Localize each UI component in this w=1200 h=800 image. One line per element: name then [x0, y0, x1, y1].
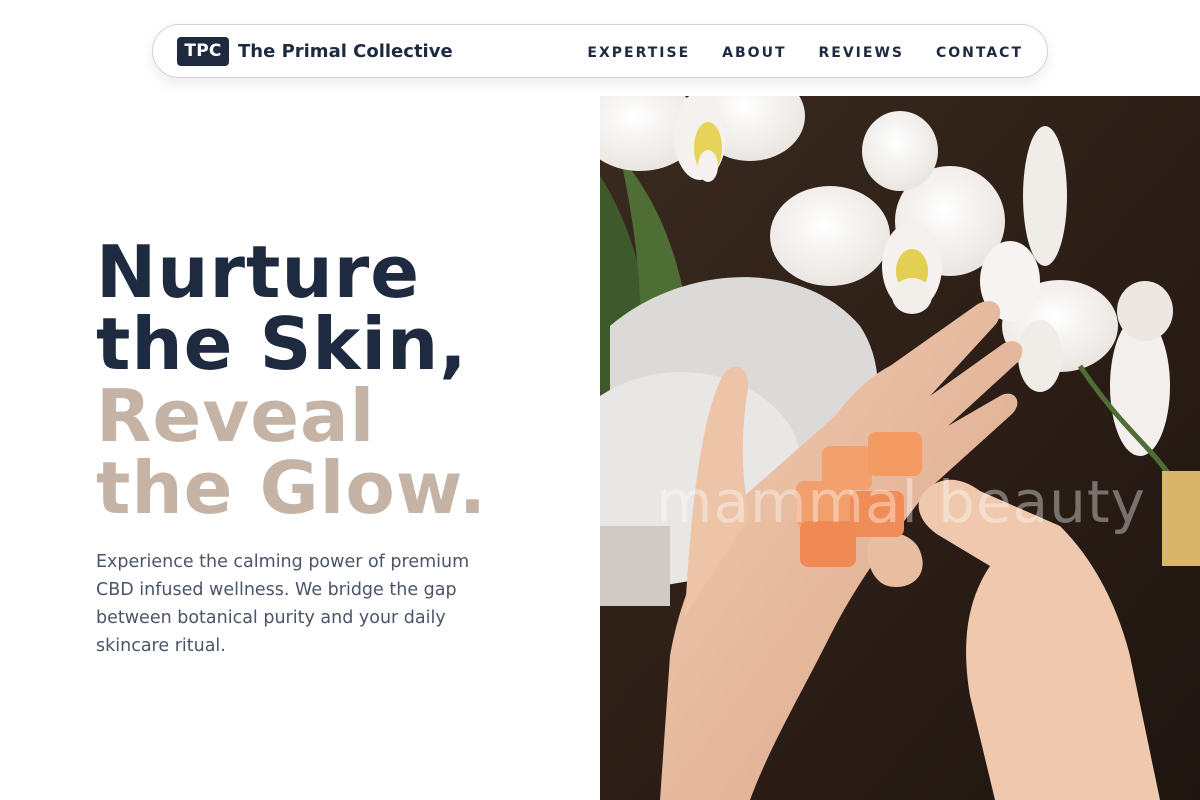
hero-photo-illustration — [600, 96, 1200, 800]
image-watermark: mammal beauty — [656, 468, 1146, 536]
nav-link-reviews[interactable]: REVIEWS — [819, 45, 904, 61]
nav-item-expertise: EXPERTISE — [587, 42, 690, 61]
hero-description: Experience the calming power of premium … — [96, 552, 470, 656]
hero-title-line-4: the Glow. — [96, 446, 488, 530]
nav-item-about: ABOUT — [722, 42, 786, 61]
nav-menu: EXPERTISE ABOUT REVIEWS CONTACT — [587, 42, 1023, 61]
hero-title-line-2: the Skin, — [96, 302, 468, 386]
nav-link-expertise[interactable]: EXPERTISE — [587, 45, 690, 61]
nav-item-contact: CONTACT — [936, 42, 1023, 61]
hero-title-line-1: Nurture — [96, 230, 421, 314]
hero-title: Nurture the Skin, Reveal the Glow. — [96, 236, 576, 524]
brand-name: The Primal Collective — [238, 40, 453, 62]
nav-link-contact[interactable]: CONTACT — [936, 45, 1023, 61]
top-navigation: TPC The Primal Collective EXPERTISE ABOU… — [152, 24, 1048, 78]
nav-item-reviews: REVIEWS — [819, 42, 904, 61]
brand-badge: TPC — [177, 36, 229, 66]
nav-link-about[interactable]: ABOUT — [722, 45, 786, 61]
brand-logo-link[interactable]: TPC The Primal Collective — [177, 36, 453, 66]
hero-image: mammal beauty — [600, 96, 1200, 800]
hero-title-line-3: Reveal — [96, 374, 376, 458]
